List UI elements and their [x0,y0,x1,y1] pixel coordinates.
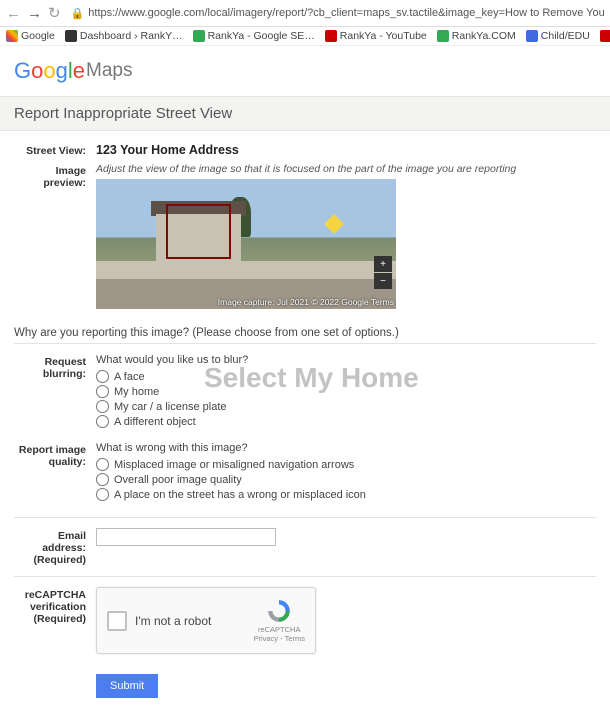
report-quality-label: Report image quality: [14,442,96,503]
quality-option[interactable]: A place on the street has a wrong or mis… [96,488,596,501]
email-field[interactable] [96,528,276,546]
google-maps-logo: Google Maps [14,58,596,84]
blurring-option-label: A face [114,371,145,383]
recaptcha-text: I'm not a robot [135,614,211,628]
bookmark-item[interactable]: RankYa.COM [437,30,516,42]
image-preview-hint: Adjust the view of the image so that it … [96,163,596,175]
bookmarks-bar: Google Dashboard › RankY… RankYa - Google … [0,27,610,46]
email-label: Email address: (Required) [14,528,96,566]
bookmark-label: RankYa - Google SE… [208,30,315,42]
divider [14,343,596,344]
blurring-radio[interactable] [96,385,109,398]
blurring-option[interactable]: A different object [96,415,596,428]
bookmark-label: Google [21,30,55,42]
quality-radio[interactable] [96,473,109,486]
zoom-out-icon[interactable]: − [374,273,392,289]
zoom-in-icon[interactable]: + [374,256,392,272]
bookmark-item[interactable]: Google [6,30,55,42]
nav-forward-icon[interactable]: → [27,5,42,22]
bookmark-icon [325,30,337,42]
caution-sign-icon [324,214,344,234]
quality-option-label: Misplaced image or misaligned navigation… [114,459,354,471]
image-credit: Image capture: Jul 2021 © 2022 Google Te… [134,297,394,307]
lock-icon: 🔒 [71,7,85,20]
divider [14,576,596,577]
report-question: Why are you reporting this image? (Pleas… [14,327,596,339]
bookmark-item[interactable]: RankYa - YouTube [325,30,427,42]
quality-question: What is wrong with this image? [96,442,596,454]
bookmark-label: RankYa - YouTube [340,30,427,42]
url-text: https://www.google.com/local/imagery/rep… [88,7,604,19]
street-view-label: Street View: [14,143,96,157]
quality-option[interactable]: Overall poor image quality [96,473,596,486]
captcha-label: reCAPTCHA verification (Required) [14,587,96,654]
blurring-option-label: A different object [114,416,196,428]
blurring-option[interactable]: My car / a license plate [96,400,596,413]
google-wordmark: Google [14,58,85,84]
bookmark-icon [65,30,77,42]
request-blurring-label: Request blurring: [14,354,96,430]
bookmark-label: Child/EDU [541,30,590,42]
page-title: Report Inappropriate Street View [0,96,610,131]
bookmark-icon [193,30,205,42]
nav-back-icon[interactable]: ← [6,5,21,22]
recaptcha[interactable]: I'm not a robot reCAPTCHAPrivacy - Terms [96,587,316,654]
blurring-option[interactable]: A face [96,370,596,383]
bookmark-icon [526,30,538,42]
bookmark-label: Dashboard › RankY… [80,30,183,42]
quality-option[interactable]: Misplaced image or misaligned navigation… [96,458,596,471]
blurring-radio[interactable] [96,415,109,428]
quality-option-label: A place on the street has a wrong or mis… [114,489,366,501]
blurring-option-label: My home [114,386,159,398]
blurring-radio[interactable] [96,370,109,383]
blurring-radio[interactable] [96,400,109,413]
blurring-option-label: My car / a license plate [114,401,227,413]
bookmark-label: RankYa.COM [452,30,516,42]
blurring-question: What would you like us to blur? [96,354,596,366]
bookmark-item[interactable]: Dashboard › RankY… [65,30,183,42]
street-view-address: 123 Your Home Address [96,143,596,157]
submit-button[interactable]: Submit [96,674,158,698]
bookmark-item[interactable]: Child/EDU [526,30,590,42]
image-preview-label: Image preview: [14,163,96,309]
divider [14,517,596,518]
blurring-option[interactable]: My home [96,385,596,398]
recaptcha-logo: reCAPTCHAPrivacy - Terms [253,598,305,643]
bookmark-item[interactable]: YouTube [600,30,610,42]
street-view-preview[interactable]: +− Image capture: Jul 2021 © 2022 Google… [96,179,396,309]
bookmark-icon [437,30,449,42]
quality-radio[interactable] [96,488,109,501]
quality-radio[interactable] [96,458,109,471]
zoom-control[interactable]: +− [374,255,392,289]
recaptcha-checkbox[interactable] [107,611,127,631]
bookmark-icon [6,30,18,42]
quality-option-label: Overall poor image quality [114,474,242,486]
address-bar[interactable]: 🔒 https://www.google.com/local/imagery/r… [67,5,604,22]
reload-icon[interactable]: ↻ [48,4,61,22]
selection-rectangle[interactable] [166,204,231,259]
bookmark-icon [600,30,610,42]
maps-label: Maps [86,60,132,82]
bookmark-item[interactable]: RankYa - Google SE… [193,30,315,42]
